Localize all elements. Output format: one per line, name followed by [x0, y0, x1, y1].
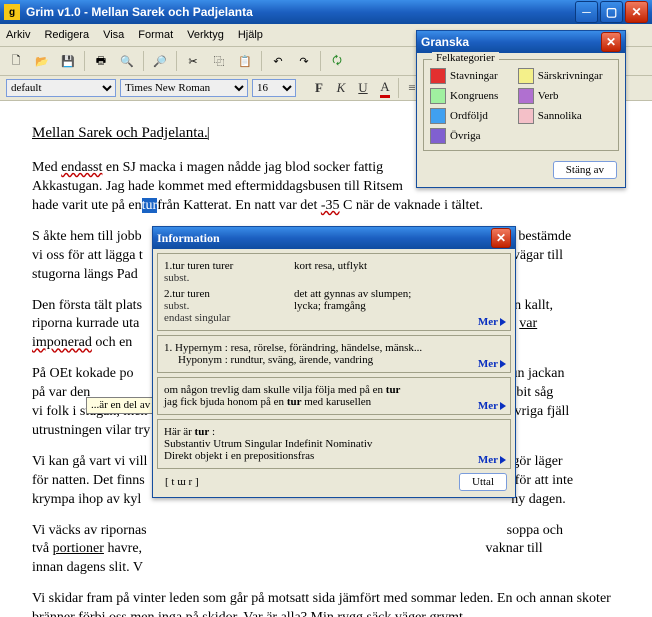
cat-kongruens: Kongruens — [430, 88, 508, 104]
menu-arkiv[interactable]: Arkiv — [6, 29, 30, 41]
info-grammar-more[interactable]: Mer — [478, 454, 506, 466]
open-icon[interactable]: 📂 — [32, 51, 52, 71]
refresh-icon[interactable]: 🗘 — [327, 51, 347, 71]
menu-hjalp[interactable]: Hjälp — [238, 29, 263, 41]
copy-icon[interactable]: ⿻ — [209, 51, 229, 71]
window-title: Grim v1.0 - Mellan Sarek och Padjelanta — [26, 5, 253, 19]
arrow-right-icon — [500, 360, 506, 368]
swatch-ovriga — [430, 128, 446, 144]
new-doc-icon[interactable]: 🗋 — [6, 51, 26, 71]
info-senses-more[interactable]: Mer — [478, 316, 506, 328]
info-senses: 1.tur turen turer subst. kort resa, utfl… — [157, 253, 511, 331]
swatch-sannolika — [518, 108, 534, 124]
paragraph-6: Vi väcks av ripornassoppa och två portio… — [32, 522, 620, 579]
cat-ovriga: Övriga — [430, 128, 508, 144]
selected-word-tur: tur — [142, 198, 158, 213]
print-icon[interactable]: 🖶 — [91, 51, 111, 71]
cut-icon[interactable]: ✂ — [183, 51, 203, 71]
minimize-button[interactable]: ─ — [575, 1, 598, 23]
menu-visa[interactable]: Visa — [103, 29, 124, 41]
cat-ordfoljd: Ordföljd — [430, 108, 508, 124]
information-close-button[interactable]: ✕ — [491, 228, 511, 248]
info-examples: om någon trevlig dam skulle vilja följa … — [157, 377, 511, 415]
paste-icon[interactable]: 📋 — [235, 51, 255, 71]
information-panel: Information ✕ 1.tur turen turer subst. k… — [152, 226, 516, 498]
arrow-right-icon — [500, 402, 506, 410]
app-icon: g — [4, 4, 20, 20]
swatch-ordfoljd — [430, 108, 446, 124]
close-button[interactable]: ✕ — [625, 1, 648, 23]
underline-button[interactable]: U — [354, 79, 372, 97]
save-icon[interactable]: 💾 — [58, 51, 78, 71]
granska-panel: Granska ✕ Felkategorier Stavningar Särsk… — [416, 30, 626, 188]
uttal-button[interactable]: Uttal — [459, 473, 507, 491]
info-grammar: Här är tur : Substantiv Utrum Singular I… — [157, 419, 511, 469]
information-title: Information — [157, 231, 220, 246]
font-select[interactable]: Times New Roman — [120, 79, 248, 97]
cat-sannolika: Sannolika — [518, 108, 612, 124]
menu-format[interactable]: Format — [138, 29, 173, 41]
swatch-sarskrivningar — [518, 68, 534, 84]
arrow-right-icon — [500, 318, 506, 326]
bold-button[interactable]: F — [310, 79, 328, 97]
swatch-kongruens — [430, 88, 446, 104]
arrow-right-icon — [500, 456, 506, 464]
undo-icon[interactable]: ↶ — [268, 51, 288, 71]
menu-verktyg[interactable]: Verktyg — [187, 29, 224, 41]
redo-icon[interactable]: ↷ — [294, 51, 314, 71]
granska-close-off-button[interactable]: Stäng av — [553, 161, 617, 179]
print-preview-icon[interactable]: 🔍 — [117, 51, 137, 71]
cat-verb: Verb — [518, 88, 612, 104]
font-color-button[interactable]: A — [376, 79, 394, 97]
info-hypernyms: 1. Hypernym : resa, rörelse, förändring,… — [157, 335, 511, 373]
style-select[interactable]: default — [6, 79, 116, 97]
info-hypernyms-more[interactable]: Mer — [478, 358, 506, 370]
swatch-stavningar — [430, 68, 446, 84]
info-phonetic: [ t ɯ r ] — [165, 476, 199, 488]
size-select[interactable]: 16 — [252, 79, 296, 97]
cat-sarskrivningar: Särskrivningar — [518, 68, 612, 84]
paragraph-7: Vi skidar fram på vinter leden som går p… — [32, 590, 620, 617]
spell-error-endasst: endasst — [61, 160, 102, 175]
find-icon[interactable]: 🔎 — [150, 51, 170, 71]
swatch-verb — [518, 88, 534, 104]
felkategorier-legend: Felkategorier — [432, 52, 499, 64]
window-titlebar: g Grim v1.0 - Mellan Sarek och Padjelant… — [0, 0, 652, 24]
granska-close-button[interactable]: ✕ — [601, 32, 621, 52]
italic-button[interactable]: K — [332, 79, 350, 97]
granska-title: Granska — [421, 35, 469, 49]
menu-redigera[interactable]: Redigera — [44, 29, 89, 41]
cat-stavningar: Stavningar — [430, 68, 508, 84]
spell-error-imponerad: imponerad — [32, 335, 92, 350]
maximize-button[interactable]: ▢ — [600, 1, 623, 23]
info-examples-more[interactable]: Mer — [478, 400, 506, 412]
spell-error-neg35: -35 — [321, 198, 340, 213]
